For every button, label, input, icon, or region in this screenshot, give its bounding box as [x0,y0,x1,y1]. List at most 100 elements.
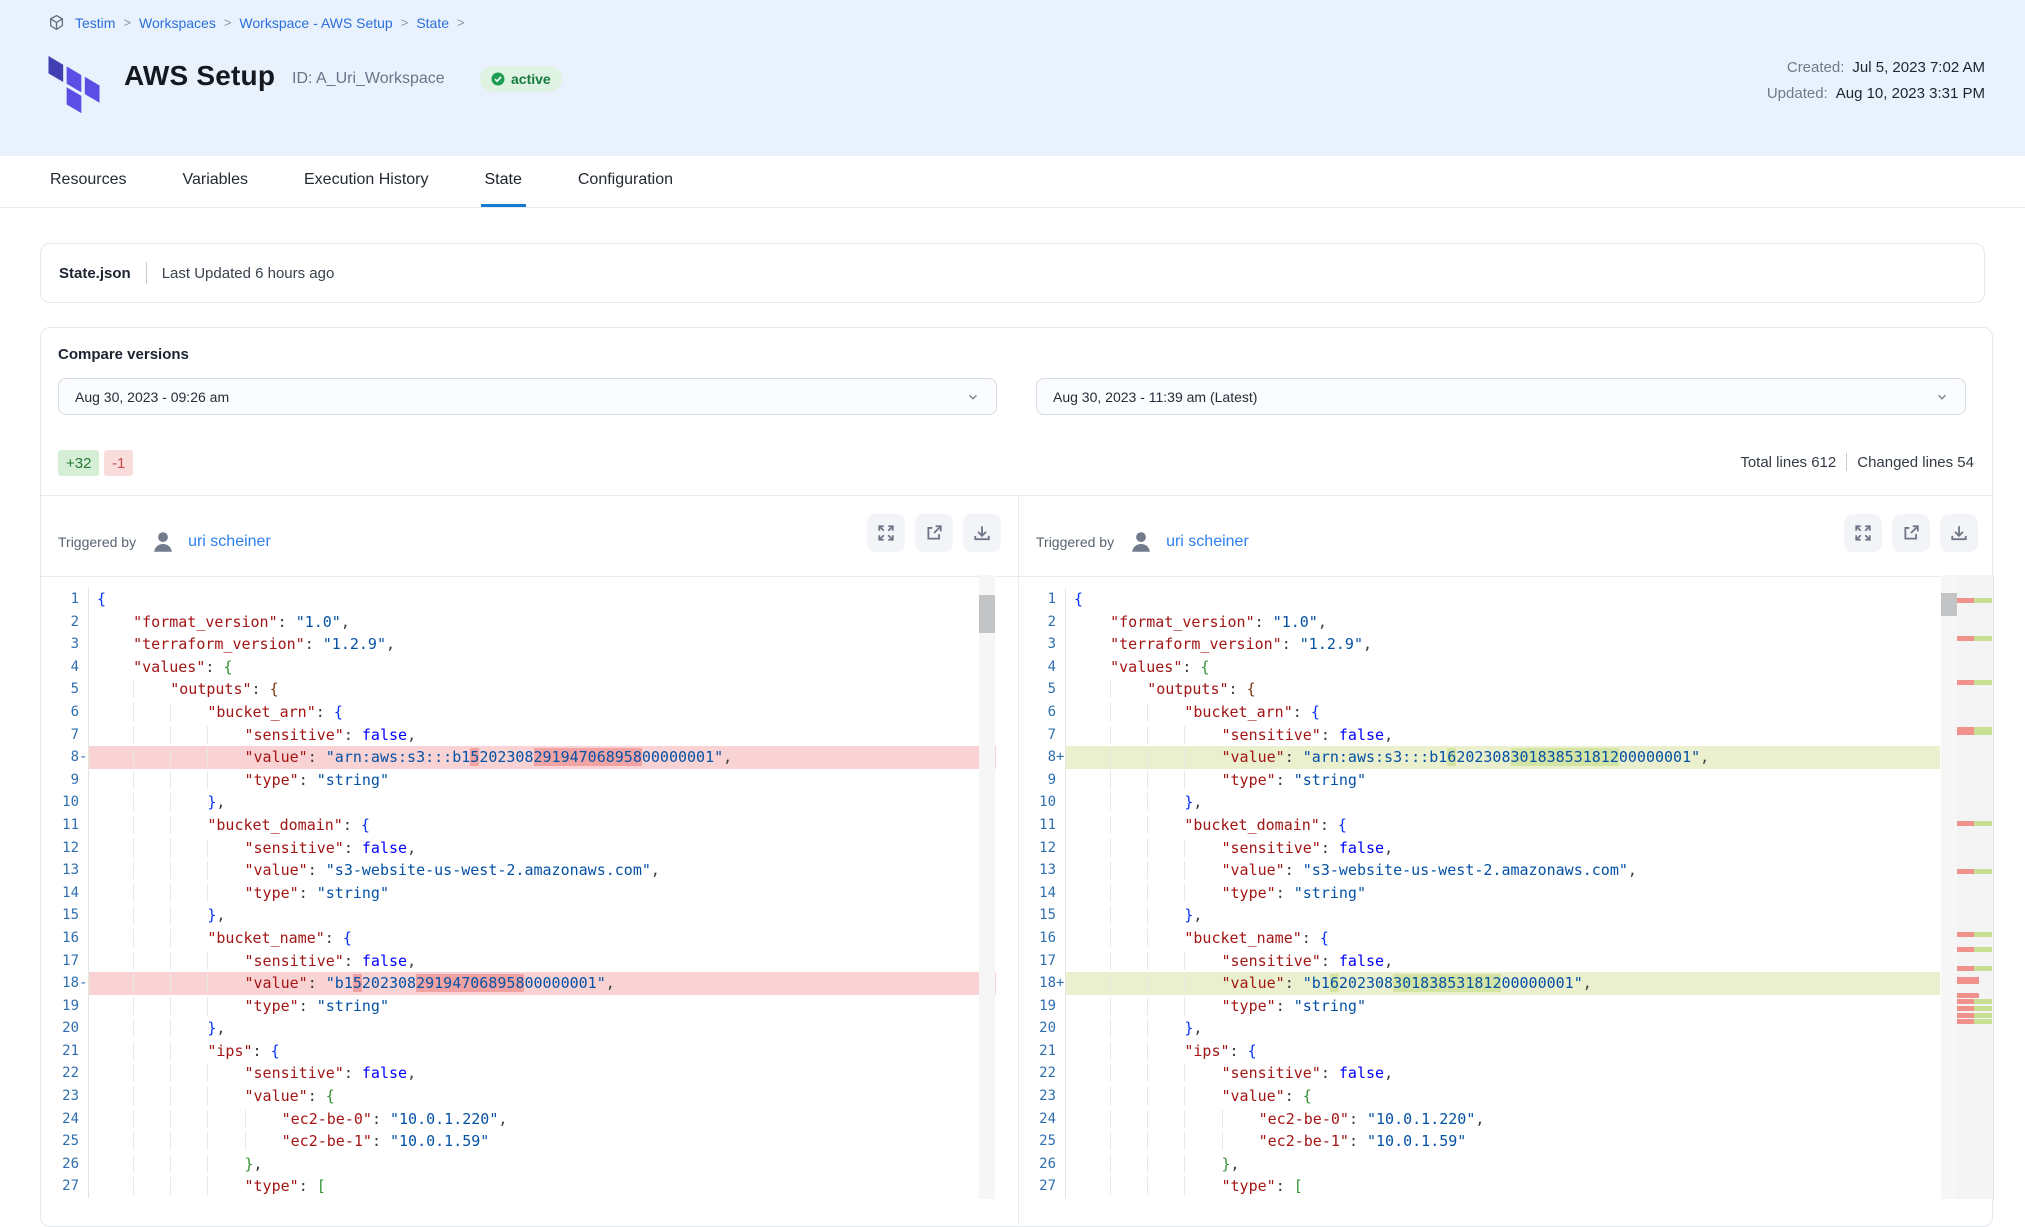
diff-sign [79,1062,89,1085]
created-row: Created:Jul 5, 2023 7:02 AM [1767,55,1985,81]
left-scrollbar[interactable] [979,575,995,1199]
tab-execution-history[interactable]: Execution History [300,156,433,207]
expand-button[interactable] [1844,514,1882,552]
diff-sign [79,678,89,701]
left-scrollbar-thumb[interactable] [979,595,995,633]
code-text: "value": "arn:aws:s3:::b1520230829194706… [89,746,996,769]
line-number: 10 [40,791,79,814]
code-text: "ec2-be-1": "10.0.1.59" [89,1130,996,1153]
line-number: 7 [1017,724,1056,747]
ruler-deletion-mark [1957,993,1979,998]
code-text: }, [89,1153,996,1176]
code-text: "type": "string" [1066,882,1940,905]
code-line: 14 "type": "string" [40,882,996,905]
line-number: 4 [1017,656,1056,679]
code-text: "sensitive": false, [89,837,996,860]
code-text: "type": "string" [1066,769,1940,792]
ruler-change-mark [1957,1019,1992,1024]
diff-sign [1056,814,1066,837]
tab-variables[interactable]: Variables [178,156,252,207]
code-line: 15 }, [1017,904,1940,927]
avatar [150,529,176,555]
code-line: 18+ "value": "b1620230830183853181200000… [1017,972,1940,995]
triggered-by-user-link[interactable]: uri scheiner [1166,533,1249,551]
code-text: }, [89,1017,996,1040]
line-number: 14 [1017,882,1056,905]
breadcrumb-link-testim[interactable]: Testim [75,15,115,31]
code-line: 4 "values": { [1017,656,1940,679]
tab-resources[interactable]: Resources [46,156,130,207]
tab-configuration[interactable]: Configuration [574,156,677,207]
code-line: 20 }, [40,1017,996,1040]
version-select-left[interactable]: Aug 30, 2023 - 09:26 am [58,378,997,415]
code-line: 23 "value": { [40,1085,996,1108]
diff-overview-ruler[interactable] [1957,575,1994,1199]
code-line: 3 "terraform_version": "1.2.9", [40,633,996,656]
line-number: 18 [40,972,79,995]
code-text: }, [1066,791,1940,814]
diff-sign [79,1108,89,1131]
line-number: 22 [40,1062,79,1085]
line-number: 21 [1017,1040,1056,1063]
code-text: "terraform_version": "1.2.9", [1066,633,1940,656]
diff-sign [1056,701,1066,724]
state-file-card: State.json Last Updated 6 hours ago [40,243,1985,303]
diff-sign [79,882,89,905]
breadcrumb-link-state[interactable]: State [416,15,449,31]
triggered-by-user-link[interactable]: uri scheiner [188,533,271,551]
diff-sign [1056,1175,1066,1198]
breadcrumb-separator: > [401,15,409,30]
expand-button[interactable] [867,514,905,552]
version-select-left-value: Aug 30, 2023 - 09:26 am [75,389,229,405]
line-number: 24 [40,1108,79,1131]
code-line: 9 "type": "string" [1017,769,1940,792]
code-line: 10 }, [40,791,996,814]
line-number: 8 [40,746,79,769]
code-line: 17 "sensitive": false, [1017,950,1940,973]
diff-sign [1056,950,1066,973]
total-lines: Total lines 612 [1740,454,1836,471]
code-line: 6 "bucket_arn": { [1017,701,1940,724]
open-external-button[interactable] [1892,514,1930,552]
right-scrollbar[interactable] [1941,575,1957,1199]
line-number: 20 [1017,1017,1056,1040]
line-number: 12 [1017,837,1056,860]
line-number: 22 [1017,1062,1056,1085]
diff-sign [79,814,89,837]
breadcrumb-link-workspace-aws-setup[interactable]: Workspace - AWS Setup [239,15,392,31]
open-external-button[interactable] [915,514,953,552]
download-button[interactable] [1940,514,1978,552]
tab-state[interactable]: State [481,156,526,207]
code-line: 7 "sensitive": false, [40,724,996,747]
code-text: { [89,588,996,611]
diff-sign: - [79,746,89,769]
code-text: }, [1066,904,1940,927]
diff-sign [79,1040,89,1063]
divider [146,262,147,284]
code-text: "type": [ [1066,1175,1940,1198]
code-line: 13 "value": "s3-website-us-west-2.amazon… [1017,859,1940,882]
line-number: 11 [40,814,79,837]
code-text: "bucket_domain": { [89,814,996,837]
right-scrollbar-thumb[interactable] [1941,593,1957,616]
version-select-right[interactable]: Aug 30, 2023 - 11:39 am (Latest) [1036,378,1966,415]
diff-sign [79,1130,89,1153]
triggered-by-label: Triggered by [58,534,136,550]
line-number: 6 [1017,701,1056,724]
code-text: "sensitive": false, [89,950,996,973]
line-number: 5 [1017,678,1056,701]
line-number: 15 [40,904,79,927]
diff-sign [79,701,89,724]
avatar [1128,529,1154,555]
breadcrumb-link-workspaces[interactable]: Workspaces [139,15,216,31]
ruler-change-mark [1957,821,1992,826]
line-number: 12 [40,837,79,860]
breadcrumb-separator: > [123,15,131,30]
diff-sign [79,633,89,656]
code-text: "value": "s3-website-us-west-2.amazonaws… [1066,859,1940,882]
code-text: "sensitive": false, [1066,1062,1940,1085]
diff-sign: + [1056,972,1066,995]
download-button[interactable] [963,514,1001,552]
code-text: "sensitive": false, [1066,950,1940,973]
line-number: 25 [1017,1130,1056,1153]
